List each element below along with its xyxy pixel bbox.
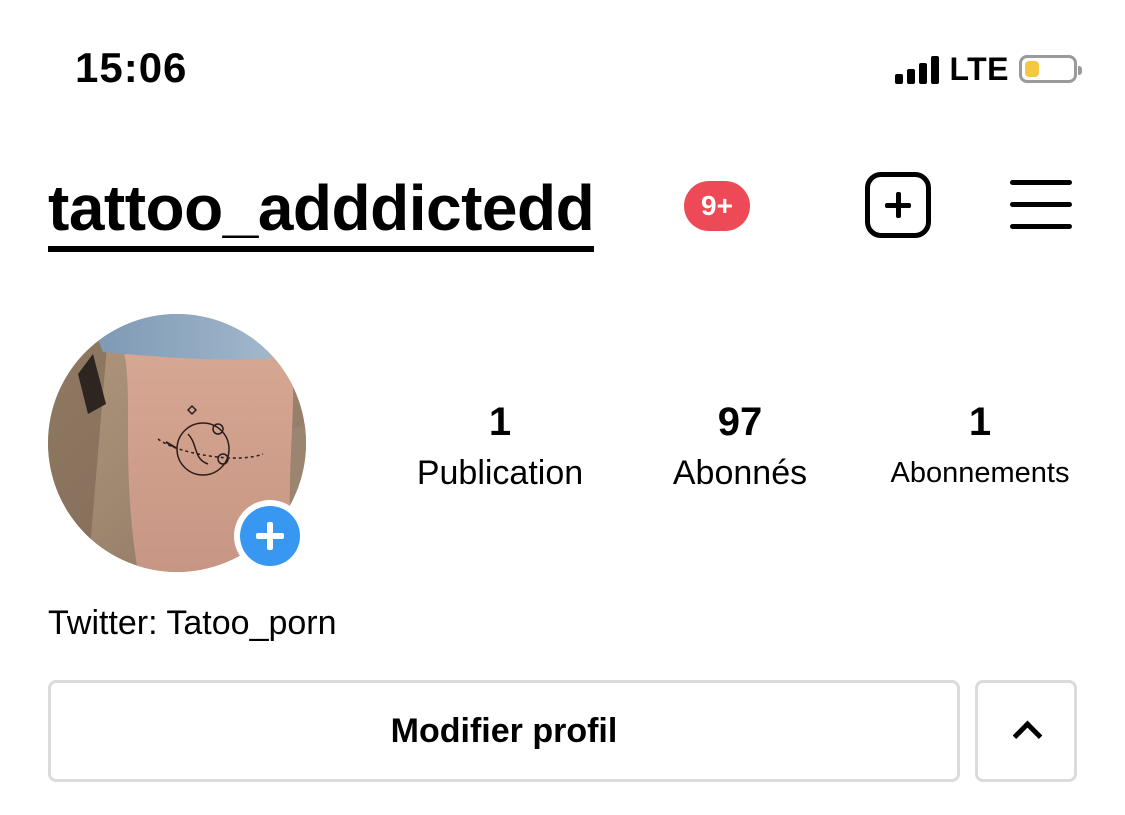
chevron-up-icon <box>1012 720 1043 751</box>
suggestions-toggle-button[interactable] <box>975 680 1077 782</box>
following-label: Abonnements <box>890 457 1070 489</box>
status-indicators: LTE <box>895 50 1082 88</box>
followers-count[interactable]: 97 Abonnés <box>640 396 840 496</box>
cellular-signal-icon <box>895 54 940 84</box>
notification-badge[interactable]: 9+ <box>684 181 750 231</box>
network-type: LTE <box>949 50 1009 87</box>
plus-square-icon[interactable] <box>865 172 931 238</box>
posts-count[interactable]: 1 Publication <box>400 396 600 496</box>
following-count[interactable]: 1 Abonnements <box>870 396 1090 496</box>
add-story-button[interactable] <box>234 500 306 572</box>
followers-label: Abonnés <box>672 454 808 492</box>
hamburger-menu-icon[interactable] <box>1010 178 1072 232</box>
posts-value: 1 <box>488 400 512 444</box>
battery-level <box>1025 61 1039 77</box>
followers-value: 97 <box>717 400 763 444</box>
profile-username[interactable]: tattoo_adddictedd <box>48 170 595 252</box>
edit-profile-button[interactable]: Modifier profil <box>48 680 960 782</box>
following-value: 1 <box>968 400 992 444</box>
status-time: 15:06 <box>75 44 188 91</box>
posts-label: Publication <box>416 454 584 492</box>
plus-circle-icon <box>240 506 300 566</box>
profile-bio: Twitter: Tatoo_porn <box>48 604 337 642</box>
battery-icon <box>1019 55 1082 83</box>
